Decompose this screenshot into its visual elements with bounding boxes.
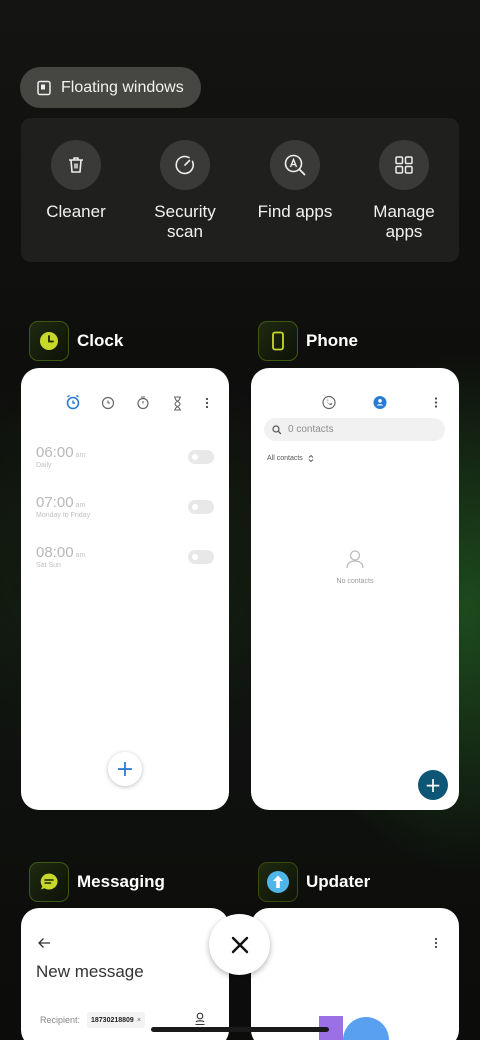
updater-app-name: Updater: [306, 872, 371, 891]
world-clock-tab-icon: [101, 396, 115, 410]
add-alarm-button[interactable]: +: [108, 752, 142, 786]
clock-app-header[interactable]: Clock: [29, 321, 123, 361]
update-illustration: [319, 1016, 389, 1040]
alarm-row[interactable]: 06:00 am Daily: [36, 444, 214, 469]
alarm-toggle[interactable]: [188, 500, 214, 514]
empty-contacts-icon: [346, 550, 364, 569]
phone-app-header[interactable]: Phone: [258, 321, 358, 361]
clock-tabs: [66, 394, 209, 411]
messaging-app-card[interactable]: New message Recipient: 18730218809 ×: [21, 908, 229, 1040]
search-placeholder: 0 contacts: [288, 424, 334, 435]
contacts-search-bar[interactable]: 0 contacts: [264, 418, 445, 441]
alarm-time: 08:00: [36, 544, 74, 561]
grid-icon: [379, 140, 429, 190]
trash-icon: [51, 140, 101, 190]
phone-app-name: Phone: [306, 331, 358, 350]
back-arrow-icon[interactable]: [37, 937, 51, 949]
clock-app-name: Clock: [77, 331, 124, 350]
alarm-toggle[interactable]: [188, 550, 214, 564]
quick-tools-panel: Cleaner Security scan Find apps Manage a…: [21, 118, 459, 262]
alarm-row[interactable]: 07:00 am Monday to Friday: [36, 494, 214, 519]
add-contact-button[interactable]: +: [418, 770, 448, 800]
alarm-time: 07:00: [36, 494, 74, 511]
empty-contacts-text: No contacts: [336, 578, 374, 585]
cleaner-label: Cleaner: [46, 202, 106, 221]
alarm-toggle[interactable]: [188, 450, 214, 464]
more-options-icon[interactable]: [434, 937, 438, 949]
updater-app-card[interactable]: [251, 908, 459, 1040]
contact-picker-icon[interactable]: [194, 1012, 206, 1026]
more-options-icon: [205, 397, 209, 409]
messaging-app-header[interactable]: Messaging: [29, 862, 165, 902]
call-log-tab-icon: [322, 395, 336, 410]
cleaner-button[interactable]: Cleaner: [21, 140, 131, 222]
alarm-ampm: am: [75, 452, 86, 459]
alarm-repeat: Monday to Friday: [36, 512, 91, 519]
alarm-ampm: am: [75, 502, 86, 509]
contacts-filter-label: All contacts: [267, 455, 303, 462]
find-apps-icon: [270, 140, 320, 190]
clock-app-card[interactable]: 06:00 am Daily 07:00 am Monday to Friday 0…: [21, 368, 229, 810]
floating-window-icon: [37, 80, 51, 95]
close-icon: [231, 936, 248, 953]
recipient-number: 18730218809: [91, 1016, 134, 1024]
home-indicator[interactable]: [151, 1027, 329, 1032]
floating-windows-label: Floating windows: [61, 78, 184, 96]
search-icon: [272, 424, 282, 434]
more-options-icon: [434, 397, 438, 408]
alarm-repeat: Daily: [36, 462, 52, 469]
contacts-tab-icon: [373, 396, 387, 409]
clock-app-icon: [29, 321, 69, 361]
new-message-title: New message: [36, 962, 144, 981]
security-scan-icon: [160, 140, 210, 190]
remove-recipient-icon[interactable]: ×: [137, 1017, 141, 1024]
alarm-row[interactable]: 08:00 am Sat Sun: [36, 544, 214, 569]
manage-apps-label: Manage apps: [373, 202, 435, 241]
alarm-repeat: Sat Sun: [36, 562, 61, 569]
messaging-app-icon: [29, 862, 69, 902]
contacts-filter-dropdown[interactable]: All contacts: [267, 454, 314, 463]
updater-app-header[interactable]: Updater: [258, 862, 370, 902]
phone-app-icon: [258, 321, 298, 361]
phone-tabs: [322, 395, 438, 410]
messaging-app-name: Messaging: [77, 872, 165, 891]
alarm-time: 06:00: [36, 444, 74, 461]
alarm-tab-icon: [66, 394, 80, 410]
timer-tab-icon: [174, 396, 181, 411]
floating-windows-button[interactable]: Floating windows: [20, 67, 201, 108]
clear-all-button[interactable]: [209, 914, 270, 975]
sort-arrows-icon: [308, 454, 314, 463]
phone-app-card[interactable]: 0 contacts All contacts No contacts +: [251, 368, 459, 810]
security-scan-button[interactable]: Security scan: [130, 140, 240, 242]
security-scan-label: Security scan: [154, 202, 216, 241]
recipient-label: Recipient:: [40, 1015, 81, 1025]
find-apps-button[interactable]: Find apps: [240, 140, 350, 222]
manage-apps-button[interactable]: Manage apps: [349, 140, 459, 242]
recipient-chip[interactable]: 18730218809 ×: [87, 1012, 145, 1028]
alarm-ampm: am: [75, 552, 86, 559]
updater-app-icon: [258, 862, 298, 902]
find-apps-label: Find apps: [257, 202, 333, 221]
stopwatch-tab-icon: [137, 396, 149, 410]
